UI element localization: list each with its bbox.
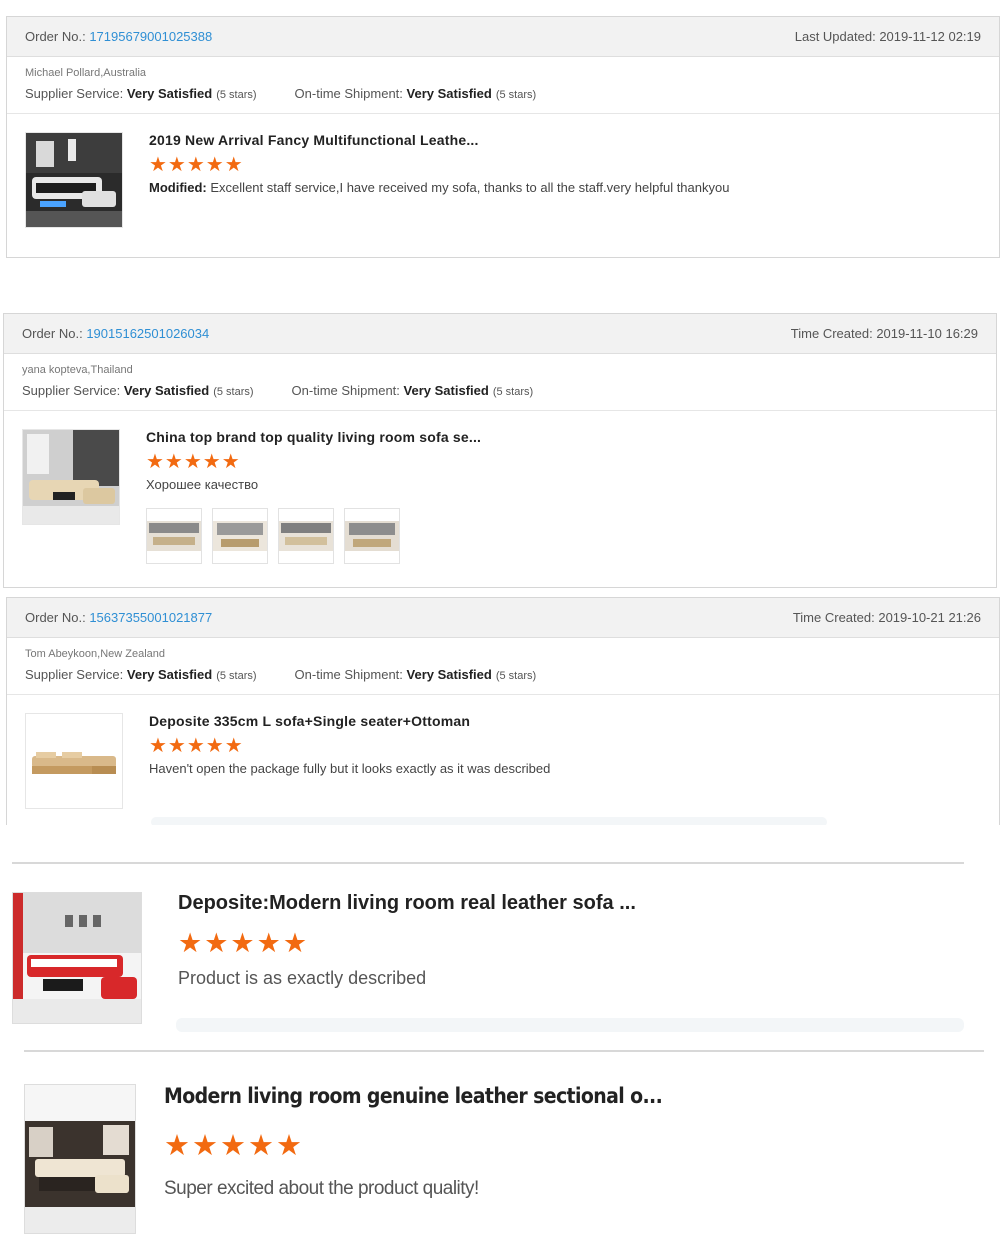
product-rating-stars: ★★★★★ — [178, 928, 310, 958]
product-thumbnail[interactable] — [25, 713, 123, 809]
sofa-image — [13, 893, 141, 1023]
service-ratings: Supplier Service: Very Satisfied (5 stars… — [25, 667, 981, 682]
date-value: 2019-11-12 02:19 — [879, 29, 981, 44]
product-title-link[interactable]: 2019 New Arrival Fancy Multifunctional L… — [149, 132, 729, 148]
product-thumbnail[interactable] — [22, 429, 120, 525]
review-card-1: Order No.: 17195679001025388 Last Update… — [6, 16, 1000, 258]
shipment-label: On-time Shipment: — [294, 86, 403, 101]
feedback-text: Product is as exactly described — [178, 968, 427, 988]
sofa-image — [26, 133, 122, 227]
order-label: Order No.: — [25, 29, 86, 44]
review-meta: yana kopteva,Thailand Supplier Service: … — [4, 354, 996, 411]
review-photo[interactable] — [278, 508, 334, 564]
review-item: China top brand top quality living room … — [4, 411, 996, 582]
date-label: Time Created: — [792, 610, 875, 625]
review-card-3: Order No.: 15637355001021877 Time Create… — [6, 597, 1000, 825]
sofa-image — [25, 1085, 135, 1233]
date-value: 2019-10-21 21:26 — [878, 610, 981, 625]
supplier-service-stars: (5 stars) — [216, 89, 257, 101]
placeholder-bar — [176, 1018, 964, 1032]
supplier-service-stars: (5 stars) — [213, 386, 254, 398]
shipment-label: On-time Shipment: — [291, 383, 400, 398]
product-title-link[interactable]: China top brand top quality living room … — [146, 429, 481, 445]
date-value: 2019-11-10 16:29 — [876, 326, 978, 341]
review-photo[interactable] — [344, 508, 400, 564]
buyer-name: Michael Pollard,Australia — [25, 67, 147, 79]
review-header: Order No.: 19015162501026034 Time Create… — [4, 314, 996, 354]
review-meta: Tom Abeykoon,New Zealand Supplier Servic… — [7, 638, 999, 695]
order-number-link[interactable]: 17195679001025388 — [89, 29, 212, 44]
service-ratings: Supplier Service: Very Satisfied (5 stars… — [22, 383, 978, 398]
order-label: Order No.: — [22, 326, 83, 341]
shipment-stars: (5 stars) — [495, 89, 537, 101]
product-title-link[interactable]: Deposite 335cm L sofa+Single seater+Otto… — [149, 713, 550, 729]
review-photo[interactable] — [146, 508, 202, 564]
supplier-service-label: Supplier Service: — [25, 86, 124, 101]
shipment-value: Very Satisfied — [403, 383, 489, 398]
product-rating-stars: ★★★★★ — [149, 154, 244, 176]
shipment-value: Very Satisfied — [406, 86, 492, 101]
shipment-label: On-time Shipment: — [294, 667, 403, 682]
review-item: Deposite 335cm L sofa+Single seater+Otto… — [7, 695, 999, 825]
supplier-service-value: Very Satisfied — [123, 383, 210, 398]
review-header: Order No.: 17195679001025388 Last Update… — [7, 17, 999, 57]
review-header: Order No.: 15637355001021877 Time Create… — [7, 598, 999, 638]
sofa-image — [26, 714, 122, 808]
placeholder-bar — [151, 817, 827, 825]
modified-label: Modified: — [149, 180, 207, 195]
feedback-text: Haven't open the package fully but it lo… — [149, 761, 551, 776]
supplier-service-value: Very Satisfied — [126, 667, 213, 682]
order-number-link[interactable]: 19015162501026034 — [86, 326, 209, 341]
date-label: Time Created: — [790, 326, 873, 341]
feedback-text: Modified: Excellent staff service,I have… — [149, 180, 729, 195]
service-ratings: Supplier Service: Very Satisfied (5 stars… — [25, 86, 981, 101]
product-rating-stars: ★★★★★ — [164, 1130, 304, 1162]
buyer-name: Tom Abeykoon,New Zealand — [25, 648, 166, 660]
review-meta: Michael Pollard,Australia Supplier Servi… — [7, 57, 999, 114]
product-title-link[interactable]: Modern living room genuine leather secti… — [164, 1084, 663, 1108]
review-item-large-2: Modern living room genuine leather secti… — [0, 1084, 1000, 1253]
product-thumbnail[interactable] — [25, 132, 123, 228]
date-label: Last Updated: — [794, 29, 876, 44]
product-thumbnail[interactable] — [24, 1084, 136, 1234]
feedback-body: Excellent staff service,I have received … — [210, 180, 730, 195]
section-divider — [24, 1050, 984, 1052]
review-photo-gallery — [146, 508, 481, 564]
product-rating-stars: ★★★★★ — [146, 451, 241, 473]
supplier-service-value: Very Satisfied — [126, 86, 213, 101]
review-card-2: Order No.: 19015162501026034 Time Create… — [3, 313, 997, 588]
feedback-text: Super excited about the product quality! — [164, 1178, 479, 1199]
shipment-value: Very Satisfied — [406, 667, 492, 682]
product-thumbnail[interactable] — [12, 892, 142, 1024]
product-title-link[interactable]: Deposite:Modern living room real leather… — [178, 892, 636, 915]
feedback-text: Хорошее качество — [146, 477, 259, 492]
review-item-large-1: Deposite:Modern living room real leather… — [0, 892, 1000, 1042]
supplier-service-label: Supplier Service: — [22, 383, 121, 398]
supplier-service-label: Supplier Service: — [25, 667, 124, 682]
sofa-image — [23, 430, 119, 524]
order-number-link[interactable]: 15637355001021877 — [89, 610, 212, 625]
product-rating-stars: ★★★★★ — [149, 735, 244, 757]
section-divider — [12, 862, 964, 864]
shipment-stars: (5 stars) — [495, 670, 537, 682]
review-photo[interactable] — [212, 508, 268, 564]
buyer-name: yana kopteva,Thailand — [22, 364, 133, 376]
review-item: 2019 New Arrival Fancy Multifunctional L… — [7, 114, 999, 246]
order-label: Order No.: — [25, 610, 86, 625]
supplier-service-stars: (5 stars) — [216, 670, 257, 682]
shipment-stars: (5 stars) — [492, 386, 534, 398]
